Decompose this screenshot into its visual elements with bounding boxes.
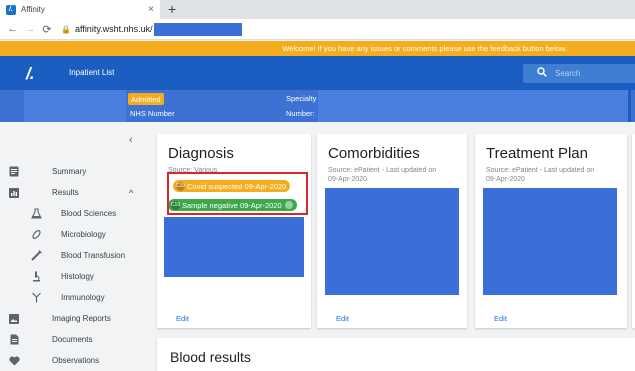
treatment-plan-edit-link[interactable]: Edit	[494, 314, 507, 323]
comorbidities-title: Comorbidities	[328, 145, 420, 162]
search-icon	[537, 67, 547, 80]
sidebar-item-results[interactable]: Results ^	[0, 182, 144, 203]
heart-icon	[8, 355, 20, 367]
comorbidities-card: Comorbidities Source: ePatient - Last up…	[317, 134, 467, 328]
summary-icon	[8, 166, 20, 178]
sidebar-item-microbiology[interactable]: Microbiology	[0, 224, 144, 245]
lock-icon: 🔒	[61, 24, 71, 34]
sidebar-item-label: Histology	[61, 272, 94, 281]
notice-text: Welcome! If you have any issues or comme…	[282, 44, 567, 53]
treatment-plan-content-redaction	[483, 188, 617, 295]
admitted-status-badge: Admitted	[128, 93, 164, 105]
collapse-sidebar-chevron-left-icon[interactable]: ‹	[129, 134, 133, 146]
sidebar-item-observations[interactable]: Observations	[0, 350, 144, 371]
sidebar-item-blood-sciences[interactable]: Blood Sciences	[0, 203, 144, 224]
treatment-plan-title: Treatment Plan	[486, 145, 588, 162]
sidebar: ‹ Summary Results ^ Blood Sciences Micro…	[0, 122, 144, 371]
treatment-plan-card: Treatment Plan Source: ePatient - Last u…	[475, 134, 627, 328]
affinity-logo-icon[interactable]: /.	[26, 64, 35, 84]
reload-icon[interactable]: ⟳	[40, 23, 54, 36]
tab-title: Affinity	[21, 5, 45, 14]
sidebar-item-immunology[interactable]: Immunology	[0, 287, 144, 308]
sidebar-item-blood-transfusion[interactable]: Blood Transfusion	[0, 245, 144, 266]
sidebar-item-label: Immunology	[61, 293, 105, 302]
browser-tabstrip: /. Affinity × +	[0, 0, 635, 19]
comorbidities-content-redaction	[325, 188, 459, 295]
sidebar-item-summary[interactable]: Summary	[0, 161, 144, 182]
patient-name-redaction	[24, 90, 126, 122]
patient-details-redaction	[318, 90, 628, 122]
comorbidities-source-line2: 09-Apr-2020	[328, 176, 367, 183]
sidebar-item-label: Blood Sciences	[61, 209, 117, 218]
number-label: Number:	[286, 109, 315, 118]
microbe-icon	[30, 229, 42, 241]
specialty-label: Specialty	[286, 94, 317, 103]
screen: /. Affinity × + ← → ⟳ 🔒 affinity.wsht.nh…	[0, 0, 635, 371]
sidebar-item-histology[interactable]: Histology	[0, 266, 144, 287]
treatment-plan-source-line2: 09-Apr-2020	[486, 176, 525, 183]
search-input[interactable]	[555, 69, 625, 78]
browser-tab[interactable]: /. Affinity ×	[0, 0, 160, 19]
image-icon	[8, 313, 20, 325]
sidebar-item-label: Imaging Reports	[52, 314, 111, 323]
feedback-notice-banner: Welcome! If you have any issues or comme…	[0, 41, 635, 56]
sidebar-item-documents[interactable]: Documents	[0, 329, 144, 350]
forward-arrow-icon[interactable]: →	[23, 23, 37, 35]
syringe-icon	[30, 250, 42, 262]
diagnosis-title: Diagnosis	[168, 145, 234, 162]
microscope-icon	[30, 271, 42, 283]
sidebar-item-label: Observations	[52, 356, 100, 365]
patient-banner: Admitted NHS Number Specialty Number:	[0, 90, 635, 122]
sidebar-item-label: Blood Transfusion	[61, 251, 126, 260]
sidebar-item-label: Summary	[52, 167, 87, 176]
document-icon	[8, 334, 20, 346]
comorbidities-source-line1: Source: ePatient - Last updated on	[328, 167, 437, 174]
highlight-annotation-box	[167, 172, 308, 215]
affinity-favicon-icon: /.	[6, 4, 16, 15]
sidebar-item-label: Documents	[52, 335, 93, 344]
search-box[interactable]	[523, 64, 635, 83]
sidebar-item-label: Microbiology	[61, 230, 106, 239]
diagnosis-edit-link[interactable]: Edit	[176, 314, 189, 323]
sidebar-item-imaging-reports[interactable]: Imaging Reports	[0, 308, 144, 329]
patient-banner-edge	[628, 90, 631, 122]
sidebar-item-label: Results	[52, 188, 79, 197]
blood-results-title: Blood results	[170, 349, 251, 365]
blood-results-card: Blood results	[157, 338, 635, 371]
diagnosis-card: Diagnosis Source: Various Edit	[157, 134, 311, 328]
results-icon	[8, 187, 20, 199]
antibody-icon	[30, 292, 42, 304]
flask-icon	[30, 208, 42, 220]
comorbidities-edit-link[interactable]: Edit	[336, 314, 349, 323]
treatment-plan-source-line1: Source: ePatient - Last updated on	[486, 167, 595, 174]
nhs-number-label: NHS Number	[130, 109, 175, 118]
chevron-up-icon[interactable]: ^	[129, 188, 133, 198]
diagnosis-content-redaction	[164, 217, 304, 277]
back-arrow-icon[interactable]: ←	[6, 23, 20, 35]
browser-addressbar: ← → ⟳ 🔒 affinity.wsht.nhs.uk/	[0, 19, 635, 40]
new-tab-icon[interactable]: +	[168, 1, 176, 17]
url-redaction	[153, 22, 242, 36]
close-tab-icon[interactable]: ×	[148, 4, 154, 15]
inpatient-list-link[interactable]: Inpatient List	[69, 68, 114, 77]
app-header: /. Inpatient List	[0, 56, 635, 90]
url-field[interactable]: affinity.wsht.nhs.uk/	[75, 24, 153, 34]
